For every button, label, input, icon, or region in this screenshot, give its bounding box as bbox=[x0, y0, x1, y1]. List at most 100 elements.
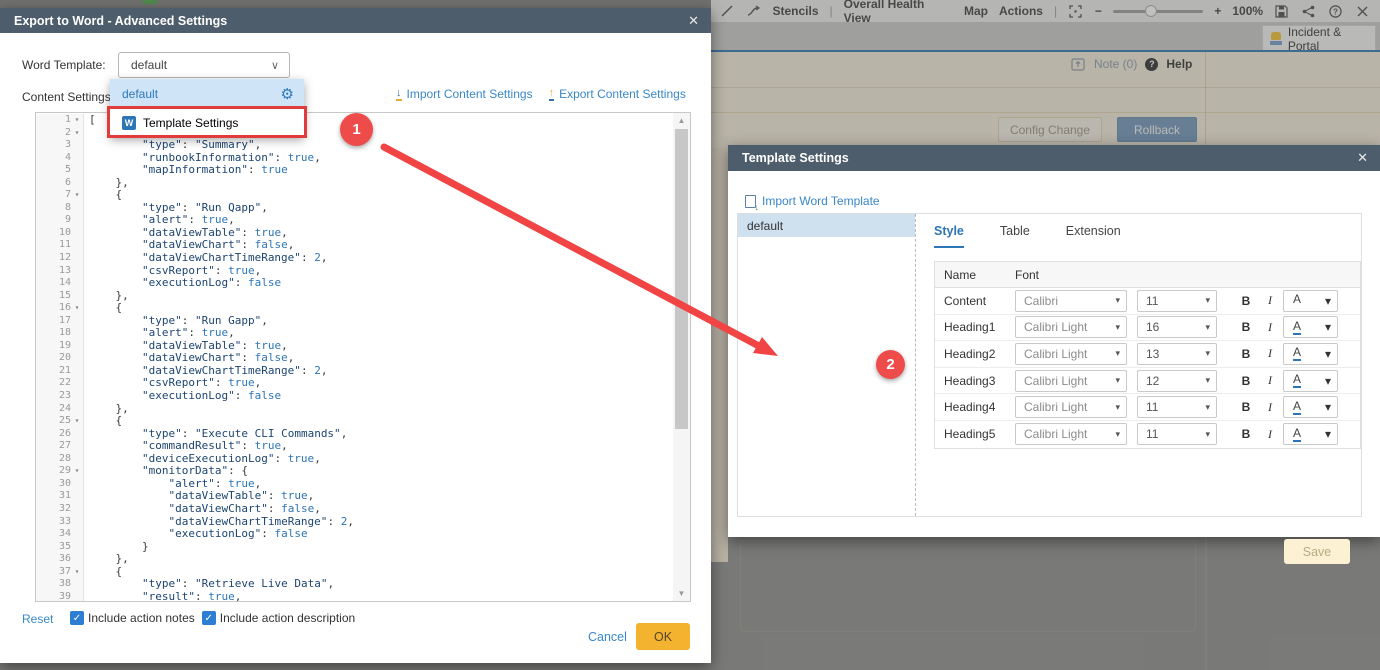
chevron-down-icon: ▾ bbox=[1205, 295, 1210, 306]
style-name-label: Content bbox=[935, 294, 1015, 308]
bold-button[interactable]: B bbox=[1235, 427, 1257, 441]
chevron-down-icon: ▾ bbox=[1325, 294, 1331, 308]
font-size-select[interactable]: 11▾ bbox=[1137, 423, 1217, 445]
fold-arrow-icon[interactable]: ▾ bbox=[71, 415, 83, 428]
dropdown-item-default[interactable]: default ⚙ bbox=[110, 79, 304, 108]
content-settings-label: Content Settings: bbox=[22, 90, 114, 104]
cancel-button[interactable]: Cancel bbox=[588, 630, 627, 644]
line-number: 29 bbox=[59, 465, 71, 478]
font-family-select[interactable]: Calibri Light▾ bbox=[1015, 370, 1127, 392]
line-number-gutter: 5 bbox=[36, 164, 84, 177]
code-text: "executionLog": false bbox=[84, 277, 281, 290]
font-size-select[interactable]: 12▾ bbox=[1137, 370, 1217, 392]
fold-arrow-icon[interactable]: ▾ bbox=[71, 302, 83, 315]
line-number: 15 bbox=[59, 290, 71, 303]
bold-button[interactable]: B bbox=[1235, 320, 1257, 334]
annotation-step-2: 2 bbox=[876, 350, 905, 379]
code-line: 6 }, bbox=[36, 177, 673, 190]
template-dialog-title: Template Settings bbox=[742, 151, 849, 165]
font-family-select[interactable]: Calibri Light▾ bbox=[1015, 396, 1127, 418]
font-size-select-value: 12 bbox=[1146, 374, 1159, 388]
line-number: 31 bbox=[59, 490, 71, 503]
editor-scrollbar[interactable]: ▲ ▼ bbox=[673, 113, 690, 601]
line-number-gutter: 6 bbox=[36, 177, 84, 190]
font-color-picker[interactable]: A▾ bbox=[1283, 370, 1338, 392]
content-settings-links: ↓ Import Content Settings ↑ Export Conte… bbox=[396, 87, 686, 101]
template-content-box: default Style Table Extension Name Font … bbox=[737, 213, 1362, 517]
fold-arrow-icon[interactable]: ▾ bbox=[71, 127, 83, 140]
style-row-heading2: Heading2Calibri Light▾13▾BIA▾ bbox=[935, 341, 1360, 368]
export-content-settings-link[interactable]: ↑ Export Content Settings bbox=[549, 87, 686, 101]
font-size-select[interactable]: 11 ▾ bbox=[1137, 290, 1217, 312]
font-size-select-value: 11 bbox=[1146, 294, 1158, 308]
tab-table[interactable]: Table bbox=[1000, 224, 1030, 248]
save-button[interactable]: Save bbox=[1284, 539, 1350, 564]
italic-button[interactable]: I bbox=[1257, 320, 1283, 335]
scroll-down-icon[interactable]: ▼ bbox=[673, 586, 690, 601]
line-number: 34 bbox=[59, 528, 71, 541]
fold-arrow-icon[interactable]: ▾ bbox=[71, 114, 83, 127]
tab-extension[interactable]: Extension bbox=[1066, 224, 1121, 248]
bold-button[interactable]: B bbox=[1235, 347, 1257, 361]
italic-button[interactable]: I bbox=[1257, 427, 1283, 442]
font-color-a-icon: A bbox=[1293, 320, 1301, 335]
font-size-select[interactable]: 11▾ bbox=[1137, 396, 1217, 418]
font-color-picker[interactable]: A▾ bbox=[1283, 343, 1338, 365]
reset-link[interactable]: Reset bbox=[22, 612, 53, 626]
chevron-down-icon: ▾ bbox=[1325, 347, 1331, 361]
ok-button[interactable]: OK bbox=[636, 623, 690, 650]
content-settings-code-editor[interactable]: 1▾[2▾ {3 "type": "Summary",4 "runbookInf… bbox=[35, 112, 691, 602]
scrollbar-thumb[interactable] bbox=[675, 129, 688, 429]
line-number-gutter: 37▾ bbox=[36, 566, 84, 579]
bold-button[interactable]: B bbox=[1235, 294, 1257, 308]
font-family-select[interactable]: Calibri Light▾ bbox=[1015, 343, 1127, 365]
code-text: "executionLog": false bbox=[84, 390, 281, 403]
line-number: 28 bbox=[59, 453, 71, 466]
word-template-select[interactable]: default ∨ bbox=[118, 52, 290, 78]
line-number: 19 bbox=[59, 340, 71, 353]
bold-button[interactable]: B bbox=[1235, 374, 1257, 388]
italic-button[interactable]: I bbox=[1257, 400, 1283, 415]
import-content-settings-link[interactable]: ↓ Import Content Settings bbox=[396, 87, 533, 101]
chevron-down-icon: ▾ bbox=[1325, 427, 1331, 441]
scroll-up-icon[interactable]: ▲ bbox=[673, 113, 690, 128]
font-color-picker[interactable]: A▾ bbox=[1283, 396, 1338, 418]
include-action-description-checkbox[interactable]: ✓ bbox=[202, 611, 216, 625]
close-icon[interactable]: ✕ bbox=[688, 13, 699, 29]
font-family-select[interactable]: Calibri Light▾ bbox=[1015, 423, 1127, 445]
template-list-item-default[interactable]: default bbox=[738, 214, 915, 237]
font-size-select[interactable]: 13▾ bbox=[1137, 343, 1217, 365]
line-number: 6 bbox=[65, 177, 71, 190]
chevron-down-icon: ▾ bbox=[1115, 322, 1120, 333]
code-text: "executionLog": false bbox=[84, 528, 308, 541]
close-icon[interactable]: ✕ bbox=[1357, 150, 1368, 166]
tab-style[interactable]: Style bbox=[934, 224, 964, 248]
chevron-down-icon: ▾ bbox=[1205, 348, 1210, 359]
code-line: 29▾ "monitorData": { bbox=[36, 465, 673, 478]
code-line: 34 "executionLog": false bbox=[36, 528, 673, 541]
code-line: 15 }, bbox=[36, 290, 673, 303]
italic-button[interactable]: I bbox=[1257, 373, 1283, 388]
font-size-select[interactable]: 16▾ bbox=[1137, 316, 1217, 338]
line-number-gutter: 31 bbox=[36, 490, 84, 503]
fold-arrow-icon[interactable]: ▾ bbox=[71, 189, 83, 202]
font-color-picker[interactable]: A▾ bbox=[1283, 423, 1338, 445]
font-color-picker[interactable]: A▾ bbox=[1283, 290, 1338, 312]
fold-arrow-icon[interactable]: ▾ bbox=[71, 465, 83, 478]
line-number: 11 bbox=[59, 239, 71, 252]
line-number: 8 bbox=[65, 202, 71, 215]
include-action-notes-checkbox[interactable]: ✓ bbox=[70, 611, 84, 625]
fold-arrow-icon[interactable]: ▾ bbox=[71, 566, 83, 579]
font-family-select[interactable]: Calibri Light▾ bbox=[1015, 316, 1127, 338]
italic-button[interactable]: I bbox=[1257, 293, 1283, 308]
italic-button[interactable]: I bbox=[1257, 346, 1283, 361]
font-color-picker[interactable]: A▾ bbox=[1283, 316, 1338, 338]
template-settings-dialog: Template Settings ✕ ↓ Import Word Templa… bbox=[728, 145, 1380, 537]
gear-icon[interactable]: ⚙ bbox=[281, 85, 294, 103]
font-size-select-value: 16 bbox=[1146, 320, 1159, 334]
bold-button[interactable]: B bbox=[1235, 400, 1257, 414]
line-number: 3 bbox=[65, 139, 71, 152]
import-word-template-link[interactable]: ↓ Import Word Template bbox=[745, 194, 880, 208]
style-row-heading1: Heading1Calibri Light▾16▾BIA▾ bbox=[935, 315, 1360, 342]
font-family-select[interactable]: Calibri▾ bbox=[1015, 290, 1127, 312]
